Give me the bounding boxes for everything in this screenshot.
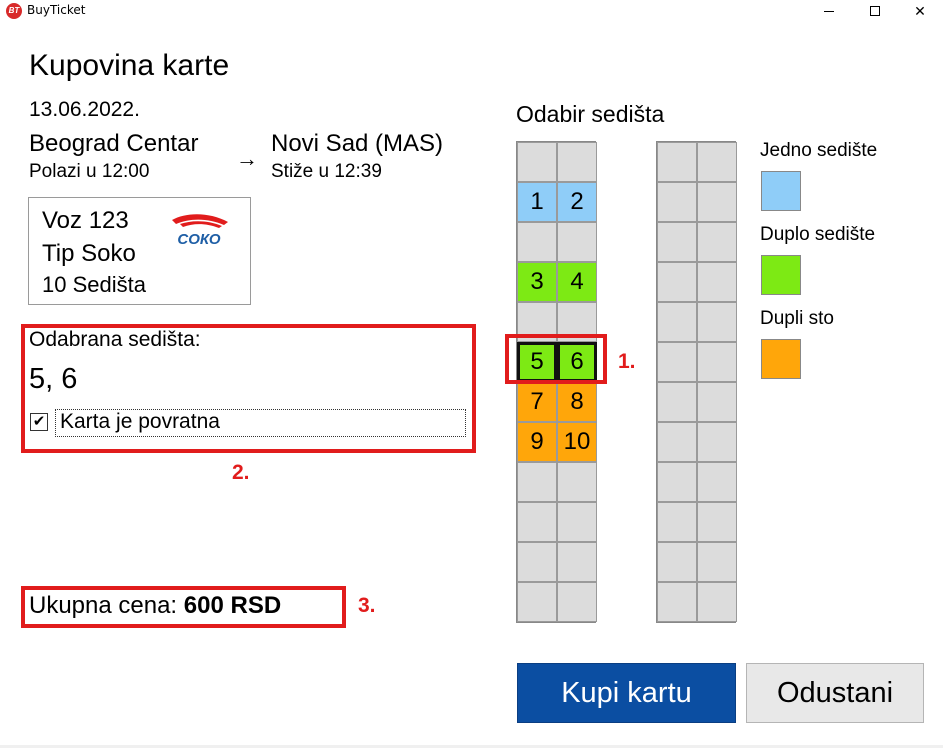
seat-empty [517,502,557,542]
total-price-label: Ukupna cena: [29,592,178,619]
train-seat-count: 10 Sedišta [42,272,146,297]
seat-empty [517,542,557,582]
legend-label-double: Duplo sedište [760,224,876,245]
soko-logo-text: СОКО [177,231,221,248]
seat-empty [557,222,597,262]
seat-empty [517,222,557,262]
seat-2[interactable]: 2 [557,182,597,222]
seat-empty [697,582,737,622]
window-title: BuyTicket [27,3,86,17]
seat-empty [657,542,697,582]
seat-empty [657,462,697,502]
minimize-button[interactable] [806,0,852,22]
legend-swatch-double [761,255,801,295]
train-type: Tip Soko [42,240,136,267]
seat-empty [557,542,597,582]
seat-empty [657,582,697,622]
annotation-1: 1. [618,350,636,373]
seat-empty [657,502,697,542]
departure-station: Beograd Centar [29,130,199,157]
seat-empty [697,262,737,302]
arrival-time: Stiže u 12:39 [271,161,382,182]
train-number: Voz 123 [42,207,129,234]
seat-empty [657,382,697,422]
return-ticket-checkbox[interactable]: ✔ [30,413,48,431]
seat-empty [697,542,737,582]
selected-seats-label: Odabrana sedišta: [29,328,201,351]
legend-swatch-single [761,171,801,211]
seat-1[interactable]: 1 [517,182,557,222]
title-bar: BT BuyTicket ✕ [0,0,943,22]
seat-empty [657,262,697,302]
close-icon: ✕ [914,2,926,19]
legend-label-table: Dupli sto [760,308,834,329]
app-logo-icon: BT [6,3,22,19]
seat-empty [557,462,597,502]
legend-label-single: Jedno sedište [760,140,878,161]
seat-empty [517,462,557,502]
selected-seat-highlight [505,334,607,384]
seat-empty [557,582,597,622]
trip-date: 13.06.2022. [29,98,140,121]
seat-empty [657,302,697,342]
legend-swatch-table [761,339,801,379]
seat-8[interactable]: 8 [557,382,597,422]
arrival-station: Novi Sad (MAS) [271,130,444,157]
arrow-right-icon: → [236,146,258,171]
seat-grid-right [656,141,737,623]
seat-empty [697,182,737,222]
seat-empty [517,582,557,622]
return-ticket-option[interactable]: ✔ Karta je povratna [29,406,466,438]
seat-empty [697,222,737,262]
seat-empty [697,382,737,422]
close-button[interactable]: ✕ [897,0,943,22]
check-icon: ✔ [32,413,46,430]
cancel-button[interactable]: Odustani [746,663,924,723]
seat-empty [697,422,737,462]
seat-map-title: Odabir sedišta [516,101,665,127]
seat-empty [657,422,697,462]
return-ticket-label[interactable]: Karta je povratna [55,409,466,437]
train-info-card: Voz 123 Tip Soko 10 Sedišta СОКО [28,197,251,305]
seat-empty [697,342,737,382]
seat-10[interactable]: 10 [557,422,597,462]
maximize-button[interactable] [852,0,898,22]
seat-empty [557,142,597,182]
maximize-icon [870,6,880,16]
annotation-2: 2. [232,461,250,484]
seat-empty [697,302,737,342]
seat-9[interactable]: 9 [517,422,557,462]
page-title: Kupovina karte [29,49,230,82]
seat-7[interactable]: 7 [517,382,557,422]
seat-4[interactable]: 4 [557,262,597,302]
seat-empty [557,502,597,542]
seat-empty [697,142,737,182]
seat-empty [517,142,557,182]
total-price: Ukupna cena: 600 RSD [29,592,281,620]
annotation-3: 3. [358,594,376,617]
soko-train-logo: СОКО [172,214,228,248]
seat-empty [657,182,697,222]
seat-empty [657,342,697,382]
selected-seats-value: 5, 6 [29,363,78,395]
seat-empty [657,222,697,262]
departure-time: Polazi u 12:00 [29,161,150,182]
seat-empty [657,142,697,182]
buy-ticket-button[interactable]: Kupi kartu [517,663,736,723]
seat-empty [697,502,737,542]
minimize-icon [824,10,834,12]
seat-3[interactable]: 3 [517,262,557,302]
seat-empty [697,462,737,502]
total-price-value: 600 RSD [183,592,282,619]
